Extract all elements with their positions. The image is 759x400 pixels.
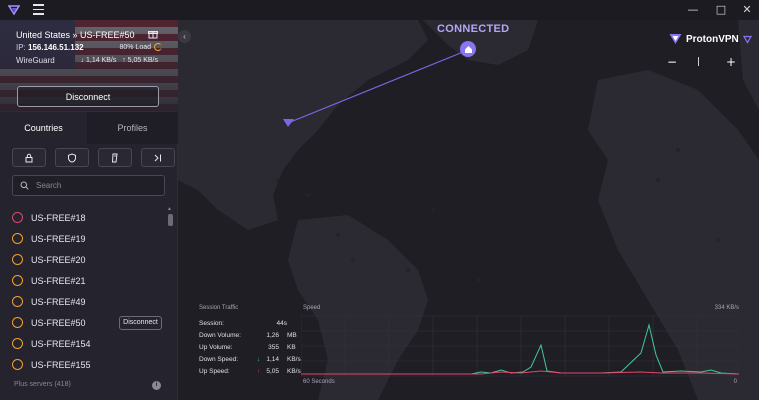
connected-server-name: United States » US-FREE#50 [16,30,135,40]
feature-filters [12,148,175,167]
load-ring-icon [154,43,162,51]
plus-servers-label[interactable]: Plus servers (418) [14,381,71,388]
protonvpn-logo-icon [8,5,20,16]
world-map[interactable]: Session Traffic Session: 44s Down Volume:… [178,20,759,400]
server-load: 80% Load [119,43,162,51]
protonvpn-window: — □ ✕ United States » US-FREE#50 IP: 156… [0,0,759,400]
server-row[interactable]: US-FREE#21 [0,270,170,291]
server-row[interactable]: US-FREE#19 [0,228,170,249]
search-box[interactable] [12,175,165,196]
tab-countries[interactable]: Countries [0,112,87,144]
p2p-filter-button[interactable] [98,148,132,167]
p2p-icon [111,153,118,162]
server-name: US-FREE#20 [31,254,86,265]
server-status-icon [12,275,23,286]
ip-address: IP: 156.146.51.132 [16,43,84,52]
server-row[interactable]: US-FREE#154 [0,333,170,354]
server-name: US-FREE#49 [31,296,86,307]
server-name: US-FREE#18 [31,212,86,223]
up-arrow-icon: ↑ [257,368,261,375]
session-traffic-title: Session Traffic [199,305,239,311]
home-location-icon[interactable] [460,41,476,57]
server-status-icon [12,359,23,370]
zoom-level-indicator: | [697,57,701,67]
server-name: US-FREE#21 [31,275,86,286]
server-name: US-FREE#154 [31,338,91,349]
search-input[interactable] [36,181,156,190]
server-status-icon [12,212,23,223]
zoom-out-button[interactable]: − [667,55,677,69]
speed-graph-title: Speed [303,305,321,311]
shield-icon [68,152,76,163]
search-icon [20,181,29,190]
collapse-sidebar-button[interactable]: ‹ [178,30,191,43]
connection-header: United States » US-FREE#50 IP: 156.146.5… [0,20,178,112]
connection-speeds: ↓ 1,14 KB/s ↑ 5,05 KB/s [80,57,158,64]
server-list: US-FREE#18 US-FREE#19 US-FREE#20 US-FREE… [0,206,170,380]
sidebar: United States » US-FREE#50 IP: 156.146.5… [0,20,178,400]
speed-graph-max: 334 KB/s [714,305,739,311]
sidebar-tabs: Countries Profiles [0,112,178,144]
server-row[interactable]: US-FREE#18 [0,207,170,228]
server-name: US-FREE#50 [31,317,86,328]
minimize-icon[interactable]: — [686,3,700,17]
stat-up-volume: Up Volume: 355 KB [199,344,296,351]
server-row[interactable]: US-FREE#20 [0,249,170,270]
tab-profiles[interactable]: Profiles [87,112,178,144]
stat-down-speed: Down Speed: ↓ 1,14 KB/s [199,356,301,363]
down-arrow-icon: ↓ [80,57,85,64]
server-status-icon [12,338,23,349]
up-arrow-icon: ↑ [122,57,126,64]
server-row[interactable]: US-FREE#49 [0,291,170,312]
brand-logo: ProtonVPN [669,33,752,45]
down-speed-line [301,323,739,375]
close-icon[interactable]: ✕ [740,3,754,17]
gift-icon[interactable] [148,29,158,39]
info-icon[interactable]: i [152,381,161,390]
server-name: US-FREE#19 [31,233,86,244]
tor-filter-button[interactable] [141,148,175,167]
server-name: US-FREE#155 [31,359,91,370]
connection-status: CONNECTED [437,23,510,35]
tor-icon [154,154,161,161]
server-row-connected[interactable]: US-FREE#50 Disconnect [0,312,170,333]
stat-up-speed: Up Speed: ↑ 5,05 KB/s [199,368,301,375]
lock-icon [25,153,33,162]
speed-graph-end: 0 [733,379,737,385]
server-status-icon [12,233,23,244]
protonvpn-logo-icon [669,34,682,44]
title-bar: — □ ✕ [0,0,759,20]
stat-down-volume: Down Volume: 1,26 MB [199,332,297,339]
down-arrow-icon: ↓ [257,356,261,363]
zoom-in-button[interactable]: + [726,55,736,69]
protocol-label: WireGuard [16,56,55,65]
server-disconnect-button[interactable]: Disconnect [119,315,162,330]
disconnect-button[interactable]: Disconnect [17,86,159,107]
speed-graph-timespan: 60 Seconds [303,379,335,385]
server-row[interactable]: US-FREE#155 [0,354,170,375]
chevron-down-icon[interactable] [742,35,752,44]
session-traffic-panel: Session Traffic Session: 44s Down Volume:… [196,300,745,392]
maximize-icon[interactable]: □ [714,3,728,17]
secure-core-filter-button[interactable] [12,148,46,167]
netshield-filter-button[interactable] [55,148,89,167]
server-status-icon [12,254,23,265]
server-status-icon [12,296,23,307]
stat-session: Session: 44s [199,320,287,327]
server-status-icon [12,317,23,328]
hamburger-icon[interactable] [33,4,44,15]
speed-graph [301,315,739,377]
